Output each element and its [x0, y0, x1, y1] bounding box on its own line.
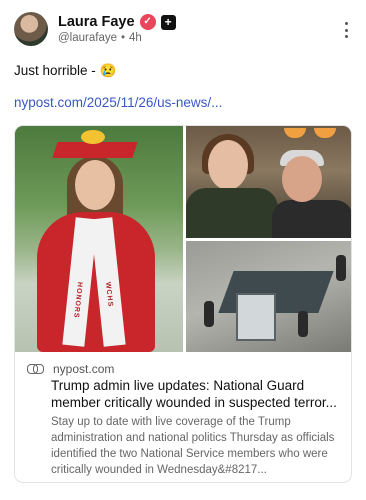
- verified-badge-icon: ✓: [139, 14, 156, 30]
- name-row: Laura Faye ✓ +: [58, 14, 176, 30]
- post-time[interactable]: 4h: [129, 32, 142, 44]
- stole-left-text: HONORS: [72, 281, 83, 319]
- link-icon: [27, 364, 44, 374]
- author-handle[interactable]: @laurafaye: [58, 32, 117, 44]
- plus-badge-icon: +: [160, 14, 176, 30]
- post-header: Laura Faye ✓ + @laurafaye • 4h: [14, 12, 354, 48]
- preview-image-graduate[interactable]: HONORS WCHS: [15, 126, 183, 352]
- card-domain-row: nypost.com: [27, 362, 114, 376]
- author-name[interactable]: Laura Faye: [58, 14, 135, 30]
- handle-row: @laurafaye • 4h: [58, 32, 142, 44]
- card-domain: nypost.com: [53, 362, 115, 376]
- card-title[interactable]: Trump admin live updates: National Guard…: [51, 377, 345, 411]
- post-link[interactable]: nypost.com/2025/11/26/us-news/...: [14, 95, 222, 110]
- more-options-icon[interactable]: [338, 20, 354, 40]
- avatar[interactable]: [14, 12, 48, 46]
- link-preview-card[interactable]: HONORS WCHS nypost.com Trump admin live …: [14, 125, 352, 483]
- preview-image-soldier[interactable]: [186, 126, 351, 238]
- separator-dot: •: [120, 32, 126, 44]
- preview-image-scene[interactable]: [186, 241, 351, 352]
- stole-right-text: WCHS: [104, 281, 114, 308]
- post-text: Just horrible - 😢: [14, 63, 117, 78]
- card-description: Stay up to date with live coverage of th…: [51, 416, 335, 476]
